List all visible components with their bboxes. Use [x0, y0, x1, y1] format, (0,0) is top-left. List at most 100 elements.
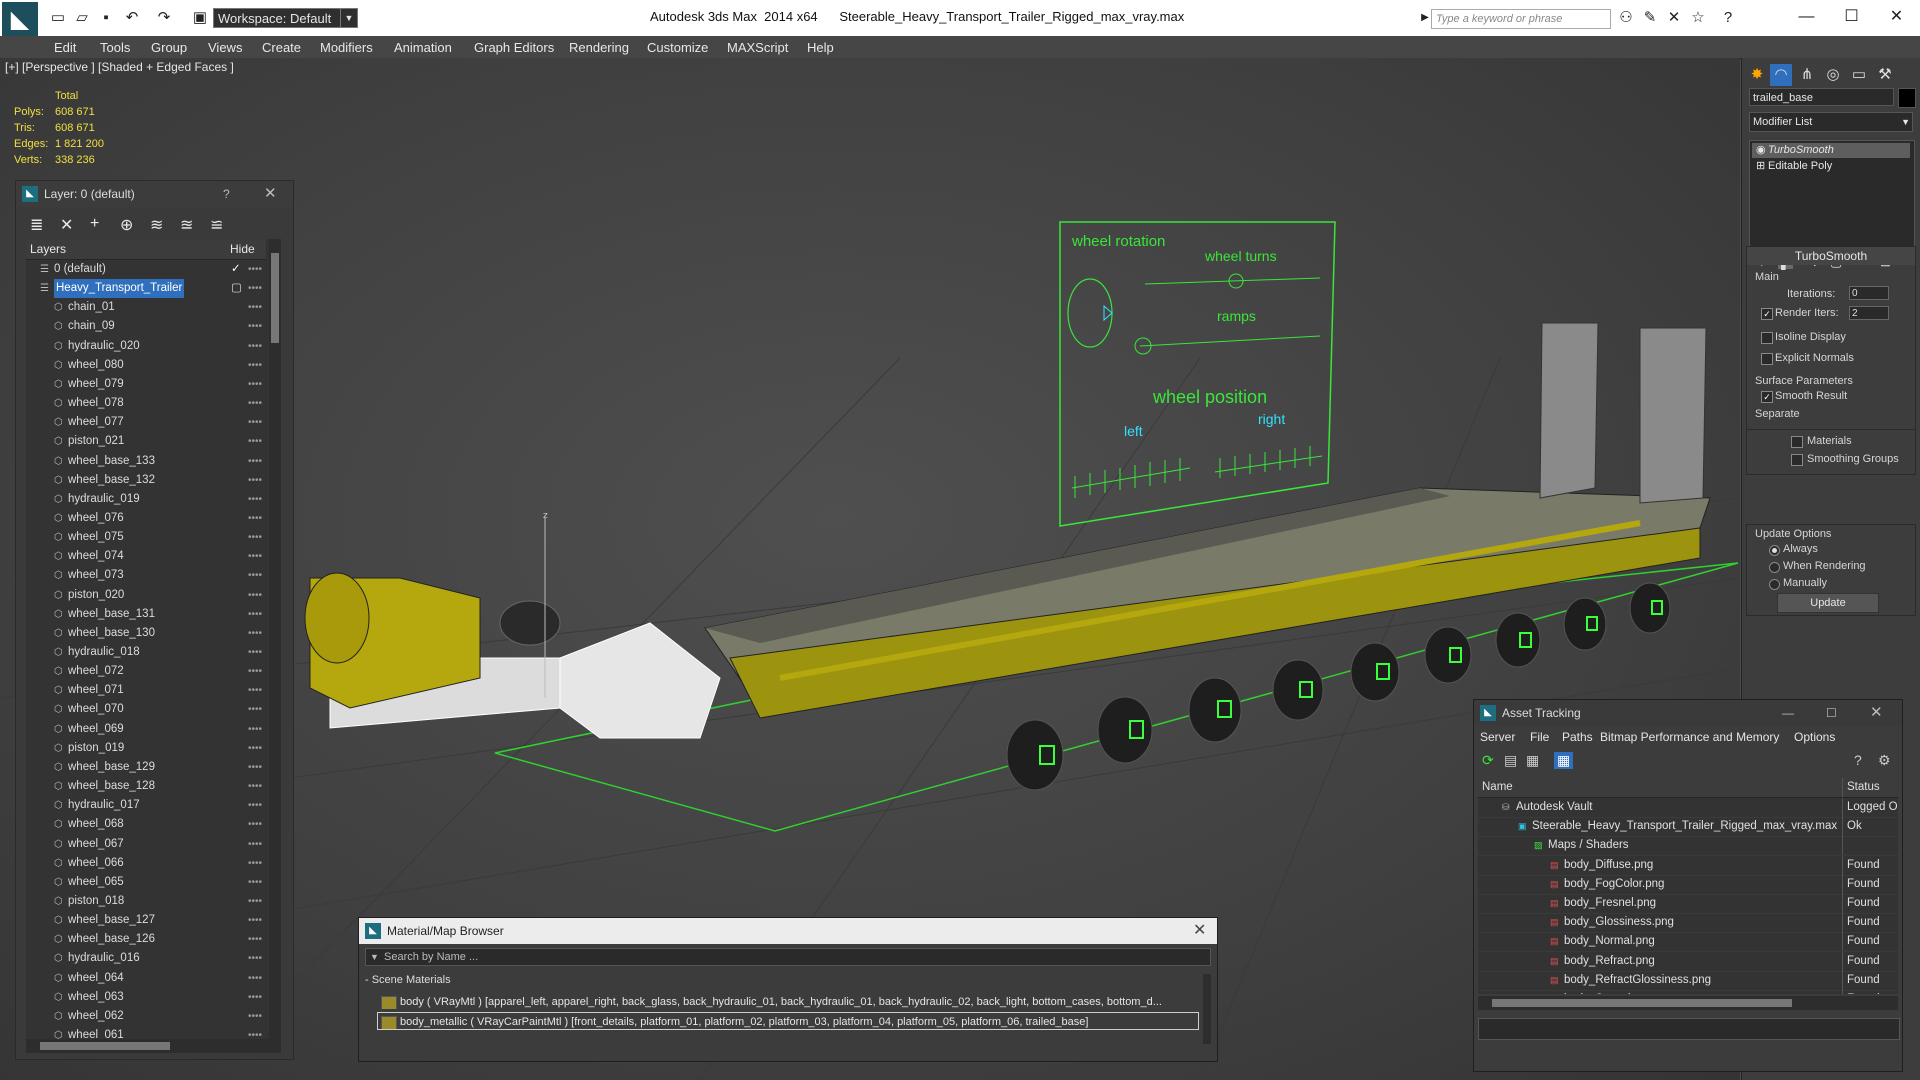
scroll-thumb[interactable]	[1492, 999, 1792, 1007]
layer-row[interactable]: ⬡ hydraulic_020 ••••	[26, 337, 266, 356]
layer-row[interactable]: ⬡ piston_021 ••••	[26, 432, 266, 451]
workspace-dropdown[interactable]: Workspace: Default ▼	[213, 8, 358, 28]
layers-column-header[interactable]: Layers	[30, 239, 66, 259]
asset-horizontal-scrollbar[interactable]	[1478, 996, 1898, 1010]
hide-toggle-icon[interactable]: ••••	[248, 758, 262, 777]
smoothing-groups-checkbox[interactable]	[1791, 454, 1803, 466]
layer-row[interactable]: ⬡ wheel_078 ••••	[26, 394, 266, 413]
layer-row[interactable]: ⬡ wheel_076 ••••	[26, 509, 266, 528]
hierarchy-tab-icon[interactable]: ⋔	[1796, 64, 1818, 86]
layer-row[interactable]: ⬡ hydraulic_019 ••••	[26, 490, 266, 509]
current-layer-checkmark[interactable]: ✓	[231, 260, 241, 279]
help-icon[interactable]: ?	[1718, 8, 1738, 28]
minimize-icon[interactable]: —	[1784, 2, 1829, 32]
layer-row[interactable]: ⬡ wheel_base_133 ••••	[26, 452, 266, 471]
hide-toggle-icon[interactable]: ••••	[248, 720, 262, 739]
menu-customize[interactable]: Customize	[647, 40, 708, 55]
hide-toggle-icon[interactable]: ••••	[248, 356, 262, 375]
asset-row[interactable]: ▨ Maps / Shaders	[1478, 836, 1898, 857]
hide-toggle-icon[interactable]: ••••	[248, 892, 262, 911]
stack-item-editable-poly[interactable]: ⊞ Editable Poly	[1752, 159, 1910, 174]
asset-row[interactable]: ▤ body_Normal.png Found	[1478, 932, 1898, 953]
layer-row[interactable]: ⬡ wheel_077 ••••	[26, 413, 266, 432]
thumbnail-view-icon[interactable]: ▦	[1526, 752, 1539, 769]
hide-toggle-icon[interactable]: ••••	[248, 1007, 262, 1026]
maximize-icon[interactable]: ☐	[1829, 2, 1874, 32]
maximize-icon[interactable]: ☐	[1826, 700, 1837, 726]
menu-create[interactable]: Create	[262, 40, 301, 55]
layer-horizontal-scrollbar[interactable]	[26, 1039, 281, 1053]
select-objects-in-layer-icon[interactable]: ⊕	[120, 215, 133, 235]
layer-row[interactable]: ⬡ wheel_072 ••••	[26, 662, 266, 681]
hide-toggle-icon[interactable]: ••••	[248, 777, 262, 796]
hide-toggle-icon[interactable]: ••••	[248, 988, 262, 1007]
binoculars-icon[interactable]: ⚇	[1616, 8, 1636, 28]
search-input[interactable]: Type a keyword or phrase	[1431, 9, 1611, 29]
name-column-header[interactable]: Name	[1482, 778, 1513, 797]
close-icon[interactable]: ✕	[1870, 700, 1883, 726]
undo-icon[interactable]: ↶	[122, 8, 142, 28]
layer-row[interactable]: ⬡ wheel_base_128 ••••	[26, 777, 266, 796]
turbosmooth-rollout-header[interactable]: TurboSmooth	[1747, 247, 1915, 265]
material-search-input[interactable]: ▼ Search by Name ...	[365, 948, 1211, 966]
menu-views[interactable]: Views	[208, 40, 242, 55]
subscription-icon[interactable]: ✎	[1640, 8, 1660, 28]
hide-column-header[interactable]: Hide	[230, 239, 255, 259]
layer-row[interactable]: ⬡ wheel_066 ••••	[26, 854, 266, 873]
layer-row[interactable]: ⬡ wheel_075 ••••	[26, 528, 266, 547]
hide-toggle-icon[interactable]: ••••	[248, 279, 262, 298]
hide-toggle-icon[interactable]: ••••	[248, 566, 262, 585]
update-manually-radio[interactable]	[1769, 579, 1780, 590]
modifier-list-dropdown[interactable]: Modifier List ▼	[1749, 112, 1913, 132]
layer-row[interactable]: ⬡ piston_020 ••••	[26, 586, 266, 605]
menu-tools[interactable]: Tools	[100, 40, 130, 55]
expand-plus-icon[interactable]: ⊞	[1756, 159, 1765, 174]
layer-row[interactable]: ⬡ wheel_068 ••••	[26, 815, 266, 834]
hide-toggle-icon[interactable]: ••••	[248, 949, 262, 968]
layer-row[interactable]: ⬡ wheel_base_126 ••••	[26, 930, 266, 949]
layer-row[interactable]: ⬡ wheel_063 ••••	[26, 988, 266, 1007]
materials-checkbox[interactable]	[1791, 436, 1803, 448]
material-browser-titlebar[interactable]: ◣ Material/Map Browser ✕	[359, 918, 1217, 944]
update-button[interactable]: Update	[1777, 593, 1879, 613]
layer-row[interactable]: ⬡ wheel_065 ••••	[26, 873, 266, 892]
ramp-left[interactable]	[1539, 322, 1599, 499]
hide-toggle-icon[interactable]: ••••	[248, 298, 262, 317]
modify-tab-icon[interactable]: ◠	[1770, 64, 1792, 86]
isoline-display-checkbox[interactable]	[1761, 332, 1773, 344]
hide-toggle-icon[interactable]: ••••	[248, 835, 262, 854]
hide-toggle-icon[interactable]: ••••	[248, 490, 262, 509]
explicit-normals-checkbox[interactable]	[1761, 353, 1773, 365]
layer-row[interactable]: ⬡ wheel_074 ••••	[26, 547, 266, 566]
asset-row[interactable]: ▤ body_Fresnel.png Found	[1478, 894, 1898, 914]
layer-row[interactable]: ⬡ wheel_070 ••••	[26, 700, 266, 719]
hide-toggle-icon[interactable]: ••••	[248, 700, 262, 719]
layer-row[interactable]: ⬡ wheel_base_131 ••••	[26, 605, 266, 624]
layer-row[interactable]: ⬡ wheel_079 ••••	[26, 375, 266, 394]
ramp-right[interactable]	[1639, 327, 1707, 504]
status-column-header[interactable]: Status	[1842, 778, 1880, 797]
object-color-swatch[interactable]	[1898, 88, 1916, 108]
material-row[interactable]: body_metallic ( VRayCarPaintMtl ) [front…	[377, 1012, 1199, 1030]
settings-icon[interactable]: ⚙	[1878, 752, 1891, 769]
layer-row[interactable]: ⬡ wheel_base_132 ••••	[26, 471, 266, 490]
menu-group[interactable]: Group	[151, 40, 187, 55]
hide-toggle-icon[interactable]: ••••	[248, 739, 262, 758]
menu-maxscript[interactable]: MAXScript	[727, 40, 788, 55]
hide-toggle-icon[interactable]: ••••	[248, 930, 262, 949]
hide-toggle-icon[interactable]: ••••	[248, 815, 262, 834]
render-iters-checkbox[interactable]: ✓	[1761, 308, 1773, 320]
wheel-rotation-dial[interactable]	[1067, 278, 1113, 348]
layer-row[interactable]: ⬡ wheel_061 ••••	[26, 1026, 266, 1039]
highlight-selected-layer-icon[interactable]: ≋	[150, 215, 163, 235]
layer-row[interactable]: ⬡ wheel_080 ••••	[26, 356, 266, 375]
hide-toggle-icon[interactable]: ••••	[248, 337, 262, 356]
table-view-icon[interactable]: ▦	[1554, 752, 1574, 769]
layer-row[interactable]: ⬡ wheel_base_130 ••••	[26, 624, 266, 643]
layer-row[interactable]: ⬡ hydraulic_018 ••••	[26, 643, 266, 662]
hide-toggle-icon[interactable]: ••••	[248, 873, 262, 892]
asset-tracking-titlebar[interactable]: ◣ Asset Tracking — ☐ ✕	[1474, 700, 1902, 726]
hide-toggle-icon[interactable]: ••••	[248, 681, 262, 700]
hide-toggle-icon[interactable]: ••••	[248, 471, 262, 490]
menu-help[interactable]: Help	[807, 40, 834, 55]
